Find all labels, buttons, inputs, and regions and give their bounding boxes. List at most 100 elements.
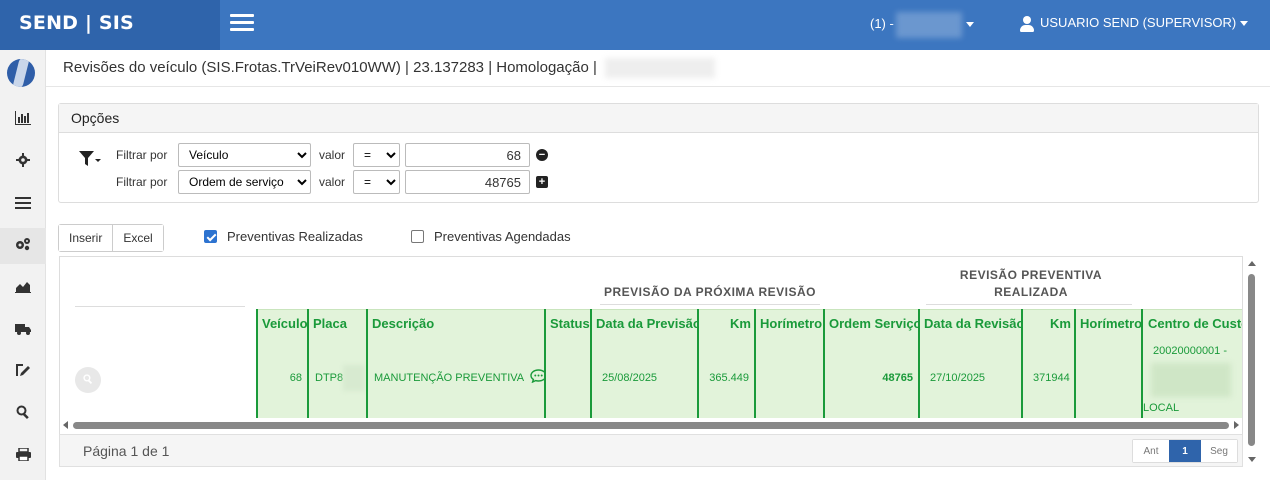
user-icon bbox=[1020, 15, 1034, 32]
divider bbox=[600, 304, 820, 305]
company-label: (1) - bbox=[870, 16, 894, 31]
chart-bars-icon[interactable] bbox=[0, 102, 46, 138]
divider bbox=[697, 309, 699, 418]
scroll-down-icon[interactable] bbox=[1248, 457, 1256, 462]
excel-button[interactable]: Excel bbox=[112, 225, 163, 251]
col-km-revisao[interactable]: Km bbox=[1023, 309, 1075, 339]
cell-data-previsao: 25/08/2025 bbox=[602, 372, 658, 384]
divider bbox=[46, 86, 1270, 87]
row-search-icon[interactable] bbox=[75, 367, 101, 393]
action-buttons: Inserir Excel bbox=[58, 224, 164, 252]
filter-row-2: Filtrar por Ordem de serviço valor = + bbox=[116, 170, 596, 194]
app-logo-icon[interactable] bbox=[7, 59, 35, 87]
scroll-thumb[interactable] bbox=[1248, 274, 1255, 446]
pen-icon[interactable] bbox=[0, 354, 46, 390]
col-status[interactable]: Status bbox=[546, 309, 592, 339]
filter-operator-select[interactable]: = bbox=[353, 143, 400, 167]
check-scheduled[interactable]: Preventivas Agendadas bbox=[411, 229, 571, 245]
user-menu[interactable]: USUARIO SEND (SUPERVISOR) bbox=[1020, 0, 1249, 50]
col-horimetro-previsao[interactable]: Horímetro bbox=[756, 309, 824, 339]
cell-placa-text: DTP8 bbox=[315, 372, 344, 384]
pagination: Ant 1 Seg bbox=[1132, 439, 1238, 463]
divider bbox=[926, 304, 1132, 305]
add-filter-icon[interactable]: + bbox=[536, 176, 548, 188]
chevron-down-icon bbox=[1240, 21, 1249, 27]
search-icon[interactable] bbox=[0, 396, 46, 432]
gears-icon[interactable] bbox=[0, 228, 46, 264]
page-title: Revisões do veículo (SIS.Frotas.TrVeiRev… bbox=[63, 58, 715, 78]
next-page-button[interactable]: Seg bbox=[1201, 440, 1237, 462]
redacted-company bbox=[895, 11, 962, 38]
col-data-revisao[interactable]: Data da Revisão bbox=[920, 309, 1022, 339]
scroll-thumb[interactable] bbox=[73, 422, 1229, 429]
cell-horimetro-revisao bbox=[1076, 339, 1143, 418]
filter-icon[interactable] bbox=[79, 150, 101, 168]
divider bbox=[75, 306, 245, 307]
divider bbox=[590, 309, 592, 418]
company-selector[interactable]: (1) - bbox=[870, 0, 974, 50]
vertical-scrollbar[interactable] bbox=[1245, 256, 1259, 466]
filter-value-input[interactable] bbox=[405, 170, 530, 194]
col-data-previsao[interactable]: Data da Previsão bbox=[592, 309, 698, 339]
cell-km-previsao: 365.449 bbox=[709, 372, 749, 384]
group-header-next: PREVISÃO DA PRÓXIMA REVISÃO bbox=[604, 285, 816, 299]
prev-page-button[interactable]: Ant bbox=[1133, 440, 1169, 462]
cell-veiculo: 68 bbox=[289, 372, 302, 384]
insert-button[interactable]: Inserir bbox=[59, 225, 113, 251]
redacted-cost-center bbox=[1151, 363, 1231, 397]
user-name: USUARIO SEND (SUPERVISOR) bbox=[1040, 15, 1237, 30]
col-ordem-servico[interactable]: Ordem Serviço bbox=[825, 309, 919, 339]
check-done[interactable]: Preventivas Realizadas bbox=[204, 229, 363, 245]
redacted-plate bbox=[343, 365, 366, 392]
gear-icon[interactable] bbox=[0, 144, 46, 180]
group-header-done-1: REVISÃO PREVENTIVA bbox=[959, 268, 1103, 282]
options-title: Opções bbox=[59, 104, 1258, 133]
divider bbox=[256, 309, 258, 418]
scroll-right-icon[interactable] bbox=[1234, 421, 1239, 429]
menu-toggle-icon[interactable] bbox=[230, 14, 254, 34]
divider bbox=[754, 309, 756, 418]
cell-status bbox=[546, 339, 592, 418]
divider bbox=[307, 309, 309, 418]
divider bbox=[366, 309, 368, 418]
cell-ordem-servico: 48765 bbox=[882, 372, 913, 384]
cell-placa: DTP8 bbox=[309, 339, 367, 418]
divider bbox=[544, 309, 546, 418]
value-label: valor bbox=[319, 148, 346, 162]
horizontal-scrollbar[interactable] bbox=[59, 418, 1243, 432]
scroll-left-icon[interactable] bbox=[63, 421, 68, 429]
filter-label: Filtrar por bbox=[116, 148, 168, 162]
filter-field-select[interactable]: Ordem de serviço bbox=[178, 170, 311, 194]
area-chart-icon[interactable] bbox=[0, 270, 46, 306]
col-horimetro-revisao[interactable]: Horímetro bbox=[1076, 309, 1143, 339]
centro-custo-code: 20020000001 - bbox=[1153, 345, 1228, 357]
page-1-button[interactable]: 1 bbox=[1169, 440, 1201, 462]
truck-icon[interactable] bbox=[0, 312, 46, 348]
print-icon[interactable] bbox=[0, 438, 46, 474]
cell-horimetro-previsao bbox=[756, 339, 824, 418]
checkbox-done[interactable] bbox=[204, 230, 217, 244]
cell-descricao-text: MANUTENÇÃO PREVENTIVA bbox=[374, 372, 525, 384]
col-descricao[interactable]: Descrição bbox=[368, 309, 546, 339]
group-header-done-2: REALIZADA bbox=[994, 285, 1068, 299]
checkbox-scheduled[interactable] bbox=[411, 230, 424, 244]
check-done-label: Preventivas Realizadas bbox=[227, 229, 363, 244]
value-label: valor bbox=[319, 175, 346, 189]
col-veiculo[interactable]: Veículo bbox=[258, 309, 308, 339]
brand-logo[interactable]: SEND | SIS bbox=[0, 0, 220, 50]
filter-field-select[interactable]: Veículo bbox=[178, 143, 311, 167]
options-panel: Opções Filtrar por Veículo valor = − Fil… bbox=[58, 103, 1259, 203]
redacted-env bbox=[604, 58, 715, 78]
scroll-up-icon[interactable] bbox=[1248, 261, 1256, 266]
filter-operator-select[interactable]: = bbox=[353, 170, 400, 194]
filter-value-input[interactable] bbox=[405, 143, 530, 167]
list-icon[interactable] bbox=[0, 186, 46, 222]
remove-filter-icon[interactable]: − bbox=[536, 149, 548, 161]
col-km-previsao[interactable]: Km bbox=[699, 309, 755, 339]
cell-centro-custo: 20020000001 - LOCAL bbox=[1143, 339, 1242, 418]
divider bbox=[1141, 309, 1143, 418]
filter-row-1: Filtrar por Veículo valor = − bbox=[116, 143, 596, 167]
col-placa[interactable]: Placa bbox=[309, 309, 367, 339]
top-bar: SEND | SIS (1) - USUARIO SEND (SUPERVISO… bbox=[0, 0, 1270, 50]
col-centro-custo[interactable]: Centro de Custo bbox=[1144, 309, 1242, 339]
